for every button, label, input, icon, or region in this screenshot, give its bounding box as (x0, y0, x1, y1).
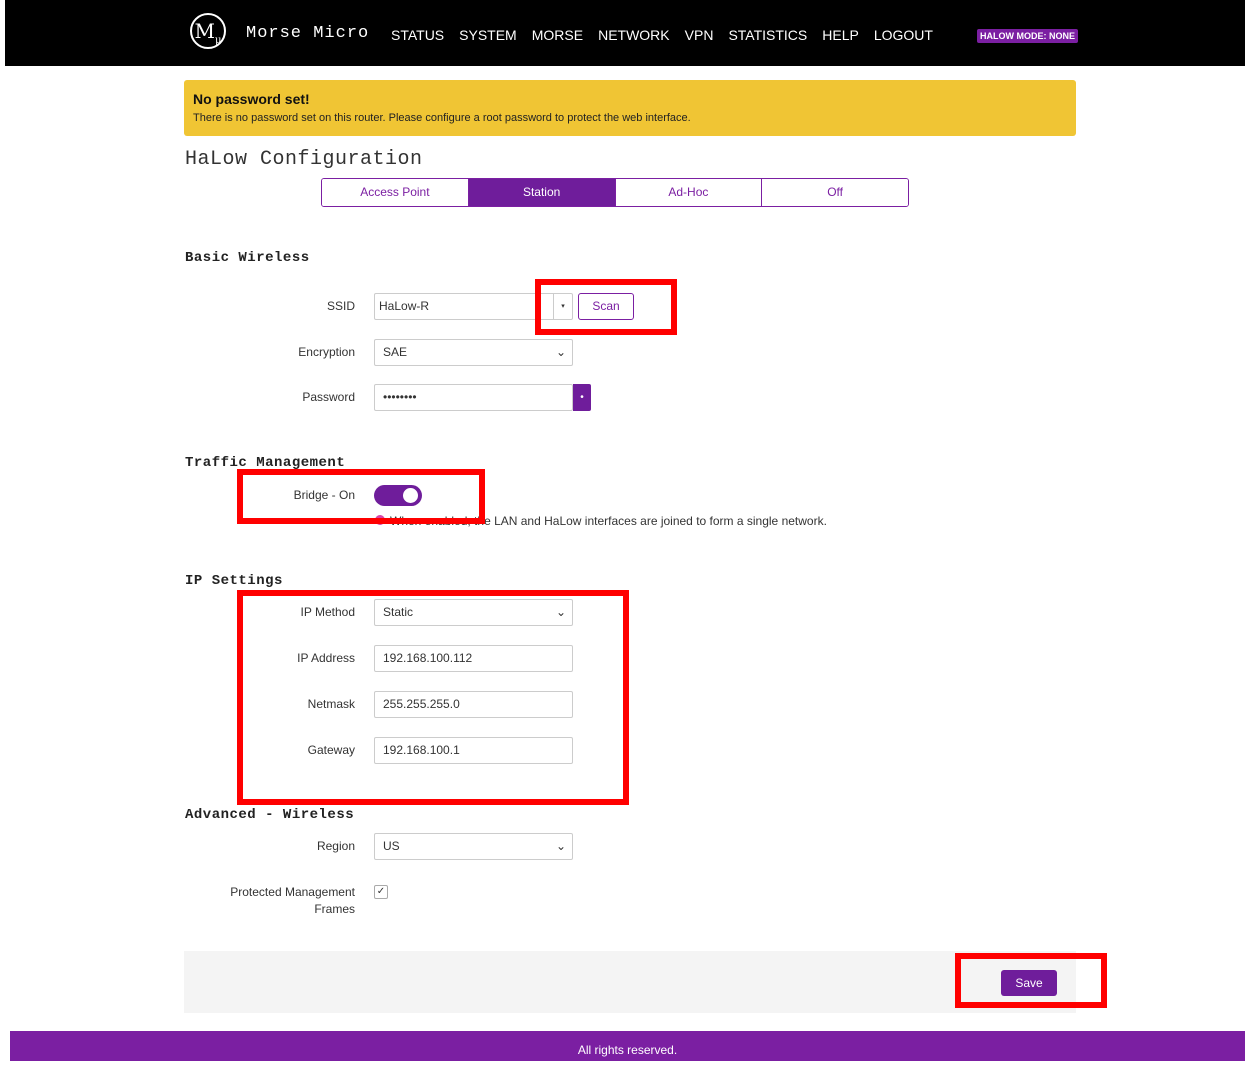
password-label: Password (302, 390, 355, 404)
tab-off[interactable]: Off (762, 179, 908, 206)
chevron-down-icon: ⌄ (555, 345, 566, 359)
nav-item-system[interactable]: SYSTEM (459, 27, 517, 43)
nav-item-status[interactable]: STATUS (391, 27, 444, 43)
nav-item-network[interactable]: NETWORK (598, 27, 670, 43)
save-panel (184, 951, 1076, 1013)
pmf-checkbox[interactable]: ✓ (374, 885, 388, 899)
encryption-label: Encryption (298, 345, 355, 359)
password-value: •••••••• (383, 390, 417, 404)
region-value: US (383, 839, 400, 853)
tab-access-point[interactable]: Access Point (322, 179, 469, 206)
encryption-value: SAE (383, 345, 408, 359)
brand-name[interactable]: Morse Micro (246, 24, 369, 43)
section-advanced-wireless: Advanced - Wireless (185, 807, 355, 823)
section-basic-wireless: Basic Wireless (185, 250, 310, 266)
pmf-label-line1: Protected Management (230, 885, 355, 899)
nav-item-vpn[interactable]: VPN (685, 27, 714, 43)
mode-tabs: Access Point Station Ad-Hoc Off (321, 178, 909, 207)
tab-ad-hoc[interactable]: Ad-Hoc (615, 179, 763, 206)
tab-station[interactable]: Station (468, 179, 616, 206)
ssid-label: SSID (326, 299, 355, 313)
footer: All rights reserved. (10, 1031, 1245, 1061)
halow-mode-badge: HALOW MODE: NONE (977, 29, 1078, 43)
nav-item-statistics[interactable]: STATISTICS (728, 27, 807, 43)
alert-title: No password set! (193, 91, 310, 107)
no-password-alert: No password set! There is no password se… (184, 80, 1076, 136)
nav-item-morse[interactable]: MORSE (532, 27, 583, 43)
top-navbar: Mμ Morse Micro STATUS SYSTEM MORSE NETWO… (5, 0, 1245, 66)
highlight-box-scan (535, 279, 677, 335)
pmf-label-line2: Frames (314, 902, 355, 916)
page-title: HaLow Configuration (185, 148, 423, 171)
nav-item-logout[interactable]: LOGOUT (874, 27, 933, 43)
alert-text: There is no password set on this router.… (193, 112, 691, 124)
section-ip-settings: IP Settings (185, 573, 283, 589)
encryption-select[interactable]: SAE ⌄ (374, 339, 573, 366)
chevron-down-icon: ⌄ (555, 839, 566, 853)
ssid-value: HaLow-R (379, 299, 430, 313)
reveal-password-icon[interactable]: • (573, 384, 591, 411)
nav-item-help[interactable]: HELP (822, 27, 859, 43)
highlight-box-bridge (237, 469, 485, 524)
password-field[interactable]: •••••••• (374, 384, 573, 411)
highlight-box-ip-settings (237, 590, 629, 805)
region-label: Region (316, 839, 355, 853)
region-select[interactable]: US ⌄ (374, 833, 573, 860)
main-nav: STATUS SYSTEM MORSE NETWORK VPN STATISTI… (391, 27, 948, 43)
logo-icon[interactable]: Mμ (190, 13, 226, 49)
highlight-box-save (955, 953, 1107, 1008)
